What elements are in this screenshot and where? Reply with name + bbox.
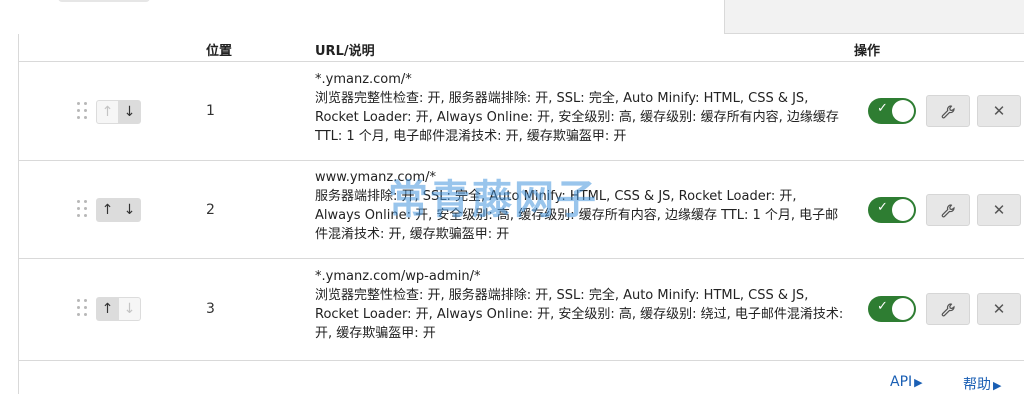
rule-position: 3 bbox=[206, 301, 215, 317]
drag-handle-icon[interactable] bbox=[77, 200, 89, 220]
rule-description: 服务器端排除: 开, SSL: 完全, Auto Minify: HTML, C… bbox=[315, 189, 839, 242]
header-position: 位置 bbox=[206, 44, 233, 59]
move-down-button[interactable]: ↓ bbox=[118, 198, 141, 222]
move-down-button[interactable]: ↓ bbox=[118, 297, 141, 321]
api-link-label: API bbox=[890, 374, 913, 390]
edit-rule-button[interactable] bbox=[926, 95, 970, 127]
header-operations: 操作 bbox=[854, 44, 881, 59]
rule-position: 1 bbox=[206, 103, 215, 119]
rule-url-cell: www.ymanz.com/* 服务器端排除: 开, SSL: 完全, Auto… bbox=[315, 168, 845, 244]
wrench-icon bbox=[941, 302, 955, 316]
triangle-right-icon: ▶ bbox=[914, 376, 923, 389]
table-row: ↑ ↓ 2 www.ymanz.com/* 服务器端排除: 开, SSL: 完全… bbox=[19, 161, 1024, 259]
table-header: 位置 URL/说明 操作 bbox=[19, 34, 1024, 62]
rule-enable-toggle[interactable]: ✓ bbox=[868, 197, 916, 223]
rule-enable-toggle[interactable]: ✓ bbox=[868, 98, 916, 124]
rule-url-pattern: www.ymanz.com/* bbox=[315, 170, 436, 185]
rule-enable-toggle[interactable]: ✓ bbox=[868, 296, 916, 322]
drag-handle-icon[interactable] bbox=[77, 102, 89, 122]
toggle-knob bbox=[892, 100, 914, 122]
delete-rule-button[interactable]: ✕ bbox=[977, 194, 1021, 226]
rule-description: 浏览器完整性检查: 开, 服务器端排除: 开, SSL: 完全, Auto Mi… bbox=[315, 91, 839, 144]
rule-url-cell: *.ymanz.com/wp-admin/* 浏览器完整性检查: 开, 服务器端… bbox=[315, 267, 845, 343]
drag-handle-icon[interactable] bbox=[77, 299, 89, 319]
move-down-button[interactable]: ↓ bbox=[118, 100, 141, 124]
reorder-arrows: ↑ ↓ bbox=[96, 297, 142, 321]
reorder-arrows: ↑ ↓ bbox=[96, 100, 142, 124]
wrench-icon bbox=[941, 203, 955, 217]
check-icon: ✓ bbox=[877, 200, 888, 215]
move-up-button[interactable]: ↑ bbox=[96, 297, 119, 321]
wrench-icon bbox=[941, 104, 955, 118]
partial-button[interactable] bbox=[58, 0, 150, 2]
rule-url-cell: *.ymanz.com/* 浏览器完整性检查: 开, 服务器端排除: 开, SS… bbox=[315, 70, 845, 146]
check-icon: ✓ bbox=[877, 101, 888, 116]
divider bbox=[18, 362, 19, 394]
edit-rule-button[interactable] bbox=[926, 293, 970, 325]
table-footer: API ▶ 帮助 ▶ bbox=[0, 362, 1024, 394]
top-toolbar-area bbox=[18, 0, 724, 34]
rule-position: 2 bbox=[206, 202, 215, 218]
page-rules-table: 位置 URL/说明 操作 ↑ ↓ 1 *.ymanz.com/* 浏览器完整性检… bbox=[18, 34, 1024, 362]
delete-rule-button[interactable]: ✕ bbox=[977, 293, 1021, 325]
move-up-button[interactable]: ↑ bbox=[96, 198, 119, 222]
delete-rule-button[interactable]: ✕ bbox=[977, 95, 1021, 127]
help-link-label: 帮助 bbox=[963, 377, 991, 393]
toggle-knob bbox=[892, 298, 914, 320]
check-icon: ✓ bbox=[877, 299, 888, 314]
edit-rule-button[interactable] bbox=[926, 194, 970, 226]
rule-url-pattern: *.ymanz.com/wp-admin/* bbox=[315, 269, 481, 284]
help-link[interactable]: 帮助 ▶ bbox=[963, 374, 1001, 394]
toggle-knob bbox=[892, 199, 914, 221]
header-url-description: URL/说明 bbox=[315, 44, 375, 59]
triangle-right-icon: ▶ bbox=[993, 379, 1002, 392]
reorder-arrows: ↑ ↓ bbox=[96, 198, 142, 222]
rule-description: 浏览器完整性检查: 开, 服务器端排除: 开, SSL: 完全, Auto Mi… bbox=[315, 288, 844, 341]
api-link[interactable]: API ▶ bbox=[890, 374, 923, 390]
table-row: ↑ ↓ 3 *.ymanz.com/wp-admin/* 浏览器完整性检查: 开… bbox=[19, 259, 1024, 361]
rule-url-pattern: *.ymanz.com/* bbox=[315, 72, 412, 87]
move-up-button[interactable]: ↑ bbox=[96, 100, 119, 124]
table-row: ↑ ↓ 1 *.ymanz.com/* 浏览器完整性检查: 开, 服务器端排除:… bbox=[19, 62, 1024, 161]
top-right-panel bbox=[724, 0, 1024, 34]
